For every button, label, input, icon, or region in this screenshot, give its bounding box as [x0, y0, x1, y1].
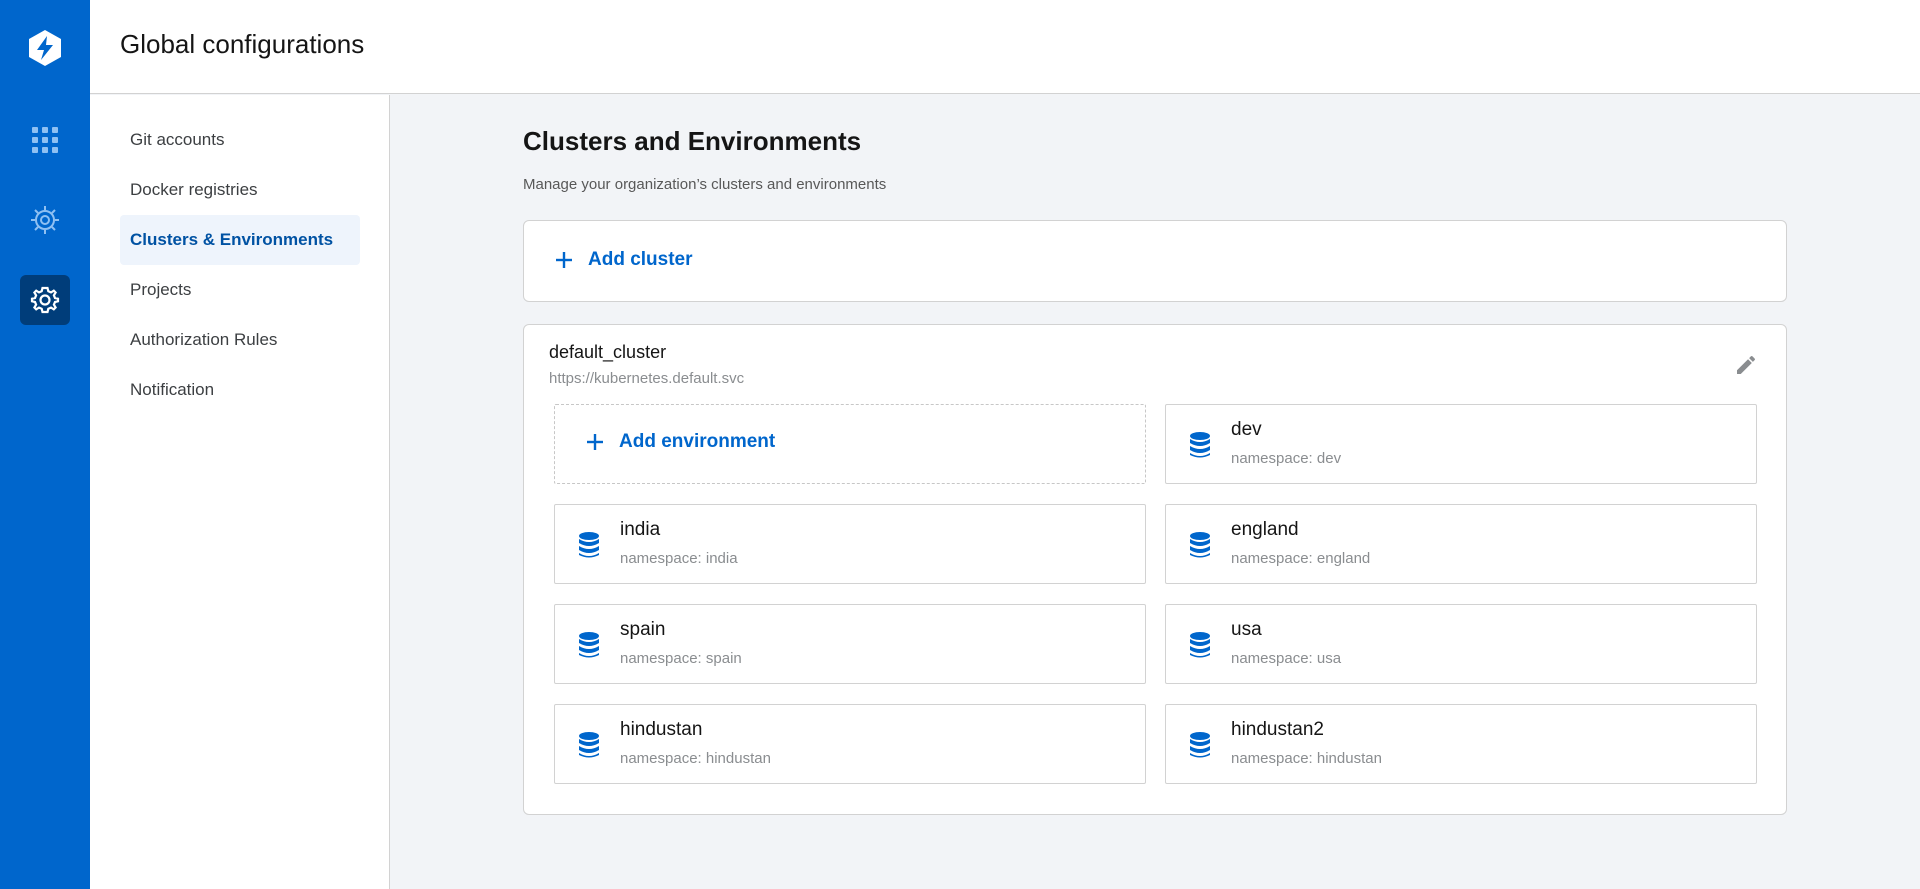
environment-namespace: namespace: hindustan — [1231, 750, 1382, 767]
cluster-url: https://kubernetes.default.svc — [549, 370, 745, 387]
subnav-item-clusters-environments[interactable]: Clusters & Environments — [120, 215, 360, 265]
environment-card[interactable]: hindustan2 namespace: hindustan — [1165, 704, 1757, 784]
environment-namespace: namespace: england — [1231, 550, 1371, 567]
page-title: Global configurations — [120, 29, 365, 59]
section-title: Clusters and Environments — [523, 126, 862, 156]
subnav-item-projects[interactable]: Projects — [120, 265, 360, 315]
environment-name: hindustan — [620, 719, 703, 740]
apps-grid-icon[interactable] — [20, 115, 70, 165]
logo-icon[interactable] — [20, 23, 70, 73]
environment-namespace: namespace: usa — [1231, 650, 1342, 667]
subnav-item-git-accounts[interactable]: Git accounts — [120, 115, 360, 165]
plus-icon — [587, 434, 603, 450]
add-environment-label: Add environment — [619, 431, 776, 452]
section-subtitle: Manage your organization’s clusters and … — [523, 176, 887, 193]
cluster-name: default_cluster — [549, 342, 667, 362]
database-icon — [1190, 732, 1210, 758]
environment-card[interactable]: england namespace: england — [1165, 504, 1757, 584]
database-icon — [1190, 532, 1210, 558]
subnav-item-authorization-rules[interactable]: Authorization Rules — [120, 315, 360, 365]
pencil-icon[interactable] — [1734, 353, 1758, 377]
page-header: Global configurations — [90, 0, 1920, 94]
add-cluster-card: Add cluster — [523, 220, 1787, 302]
environment-name: hindustan2 — [1231, 719, 1324, 740]
environment-card[interactable]: india namespace: india — [554, 504, 1146, 584]
environment-card[interactable]: hindustan namespace: hindustan — [554, 704, 1146, 784]
environment-namespace: namespace: hindustan — [620, 750, 771, 767]
environment-name: usa — [1231, 619, 1262, 640]
add-environment-button[interactable]: Add environment — [585, 431, 775, 453]
cluster-card: default_cluster https://kubernetes.defau… — [523, 324, 1787, 815]
database-icon — [1190, 432, 1210, 458]
plus-icon — [556, 252, 572, 268]
add-cluster-label: Add cluster — [588, 249, 693, 270]
environment-name: england — [1231, 519, 1299, 540]
environment-name: india — [620, 519, 661, 540]
environment-card[interactable]: spain namespace: spain — [554, 604, 1146, 684]
environment-name: dev — [1231, 419, 1262, 440]
environment-namespace: namespace: india — [620, 550, 738, 567]
environment-namespace: namespace: spain — [620, 650, 742, 667]
subnav-item-notification[interactable]: Notification — [120, 365, 360, 415]
database-icon — [579, 532, 599, 558]
database-icon — [579, 732, 599, 758]
settings-subnav: Git accounts Docker registries Clusters … — [90, 95, 390, 889]
gear-icon[interactable] — [20, 275, 70, 325]
environment-card[interactable]: dev namespace: dev — [1165, 404, 1757, 484]
environment-name: spain — [620, 619, 666, 640]
database-icon — [579, 632, 599, 658]
add-cluster-button[interactable]: Add cluster — [554, 249, 693, 271]
add-environment-card[interactable]: Add environment — [554, 404, 1146, 484]
app-rail — [0, 0, 90, 889]
environment-namespace: namespace: dev — [1231, 450, 1342, 467]
database-icon — [1190, 632, 1210, 658]
bug-icon[interactable] — [20, 195, 70, 245]
subnav-item-docker-registries[interactable]: Docker registries — [120, 165, 360, 215]
environment-card[interactable]: usa namespace: usa — [1165, 604, 1757, 684]
